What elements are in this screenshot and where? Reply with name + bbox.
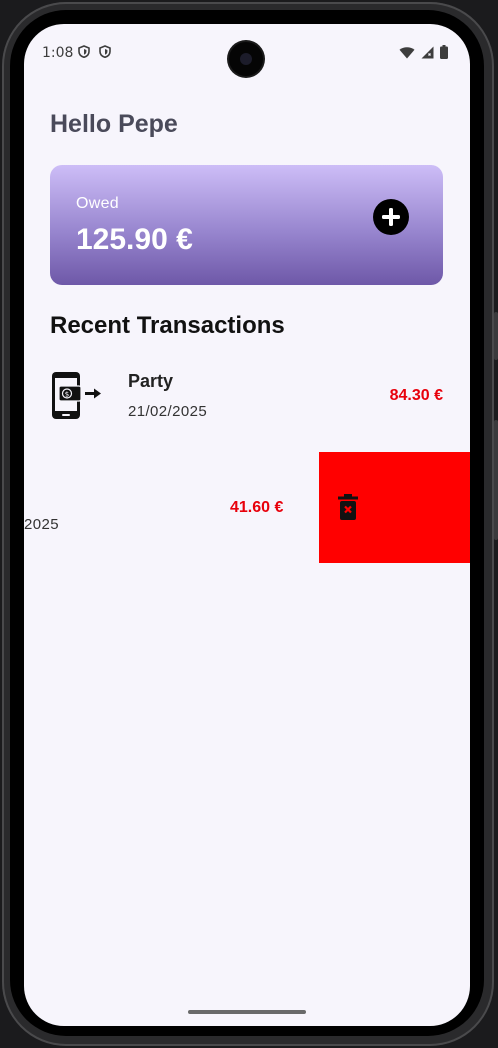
greeting-title: Hello Pepe: [50, 110, 178, 138]
status-bar: 1:08: [24, 24, 470, 82]
shield-icon: [78, 45, 90, 63]
transaction-date: 21/02/2025: [128, 403, 208, 420]
battery-icon: [440, 45, 448, 64]
power-button: [494, 420, 498, 540]
delete-icon: [338, 494, 358, 520]
transaction-amount: 84.30 €: [389, 387, 443, 404]
status-time: 1:08: [42, 45, 74, 61]
cell-signal-icon: [421, 46, 434, 64]
transaction-name: Party: [128, 371, 174, 391]
owed-summary-card: Owed 125.90 €: [50, 165, 443, 285]
home-indicator[interactable]: [188, 1010, 306, 1014]
recent-transactions-title: Recent Transactions: [50, 312, 285, 339]
owed-amount: 125.90 €: [76, 223, 193, 256]
app-screen: 1:08 Hello Pepe Owed 125.90 € Recent Tra…: [24, 24, 470, 1026]
volume-button: [494, 312, 498, 360]
wifi-icon: [399, 46, 415, 64]
swiped-transaction-row[interactable]: 2025 41.60 €: [24, 452, 470, 563]
shield-icon: [99, 45, 111, 63]
front-camera: [229, 42, 263, 76]
add-transaction-button[interactable]: [373, 199, 409, 235]
plus-circle-icon: [382, 208, 400, 226]
delete-transaction-button[interactable]: [319, 452, 470, 563]
transaction-row[interactable]: $ Party 21/02/2025 84.30 €: [24, 351, 470, 461]
svg-text:$: $: [65, 391, 69, 399]
owed-label: Owed: [76, 195, 119, 212]
phone-payment-icon: $: [50, 369, 102, 421]
transaction-date: 2025: [24, 516, 59, 533]
